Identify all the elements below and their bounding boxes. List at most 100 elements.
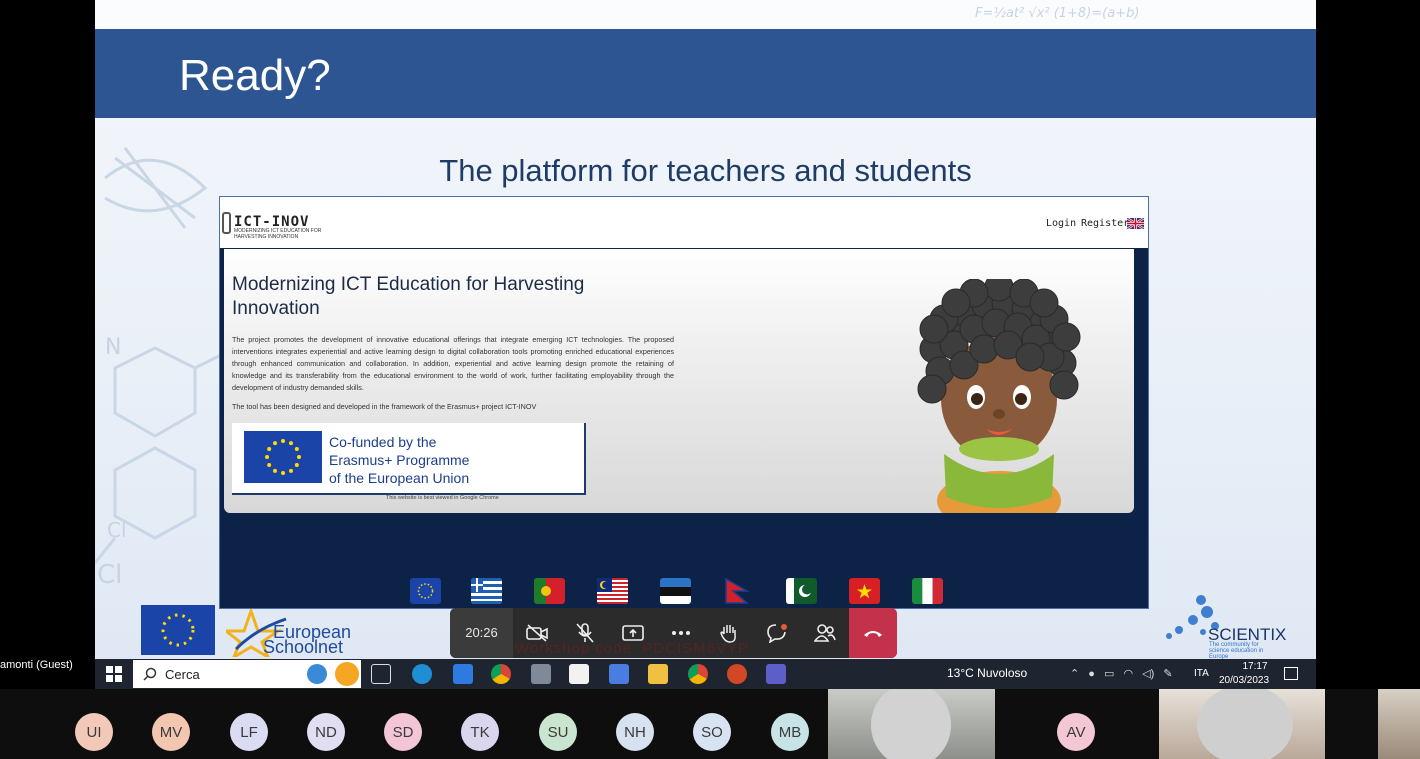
clock-date[interactable]: 20/03/2023 [1219, 675, 1269, 686]
participant-avatar[interactable]: AV [1057, 713, 1095, 751]
guest-name-label: amonti (Guest) [0, 659, 73, 671]
windows-start-icon[interactable] [105, 665, 123, 683]
chrome-icon[interactable] [688, 664, 708, 684]
eu-star [281, 439, 285, 443]
formula-decoration: F=½at² √x² (1+8)=(a+b) [975, 6, 1140, 21]
eu-star [289, 468, 293, 473]
search-icon [143, 667, 157, 681]
chrome-icon[interactable] [491, 664, 511, 684]
nepal-flag-icon [725, 578, 750, 604]
system-tray[interactable]: ⌃ ● ▭ ◠ ◁) ✎ [1070, 667, 1173, 680]
participant-avatar[interactable]: NH [616, 713, 654, 751]
greece-flag-icon [471, 578, 502, 604]
website-screenshot: ICT-INOV MODERNIZING ICT EDUCATION FOR H… [219, 196, 1149, 609]
weather-widget[interactable]: 13°C Nuvoloso [947, 666, 1027, 680]
participant-video-tile[interactable] [828, 689, 995, 759]
website-logo-subtitle: MODERNIZING ICT EDUCATION FOR HARVESTING… [234, 228, 322, 240]
todo-app-icon[interactable] [453, 664, 473, 684]
eu-flag-icon [141, 605, 215, 655]
participant-avatar[interactable]: ND [307, 713, 345, 751]
malaysia-flag-icon [597, 578, 628, 604]
eu-flag-icon [244, 431, 322, 483]
hair-curl [969, 334, 999, 364]
blurred-face [1197, 689, 1293, 759]
participant-avatar[interactable]: MV [152, 713, 190, 751]
eu-star [265, 455, 269, 459]
hair-curl [917, 374, 947, 404]
eu-star [281, 471, 285, 475]
chem-n-label: N [105, 335, 122, 360]
meeting-timer: 20:26 [450, 608, 513, 658]
clock-time[interactable]: 17:17 [1233, 661, 1277, 672]
uk-flag-icon[interactable] [1127, 218, 1144, 229]
blurred-face [871, 689, 951, 759]
taskbar-search-box[interactable]: Cerca [133, 660, 361, 688]
slide-title: Ready? [179, 51, 331, 100]
pakistan-flag-icon [786, 578, 817, 604]
cartoon-student-avatar [917, 279, 1081, 513]
edge-browser-icon[interactable] [412, 664, 432, 684]
eu-star [294, 447, 299, 451]
slide-header-band: Ready? [95, 29, 1316, 118]
chevron-up-icon[interactable]: ⌃ [1070, 668, 1079, 680]
participants-button[interactable] [801, 608, 849, 658]
hair-curl [919, 314, 949, 344]
participant-avatar[interactable]: SU [539, 713, 577, 751]
chat-button[interactable] [753, 608, 801, 658]
notification-icon[interactable] [1284, 667, 1298, 680]
self-video-tile[interactable] [1378, 689, 1420, 759]
eu-flag-icon [410, 578, 441, 604]
hair-curl [1051, 322, 1081, 352]
hero-paragraph: The tool has been designed and developed… [232, 402, 537, 411]
eu-star [267, 463, 272, 467]
participant-avatar[interactable]: SD [384, 713, 422, 751]
windows-taskbar: Cerca 13°C Nuvoloso ⌃ ● ▭ ◠ ◁) ✎ ITA 17:… [95, 659, 1316, 689]
participant-avatar[interactable]: MB [771, 713, 809, 751]
participant-avatar[interactable]: UI [75, 713, 113, 751]
hair-curl [1029, 288, 1059, 318]
pen-icon: ✎ [1163, 668, 1173, 680]
input-language[interactable]: ITA [1194, 668, 1209, 679]
hang-up-icon [864, 631, 882, 637]
file-explorer-icon[interactable] [648, 664, 668, 684]
vietnam-flag-icon [849, 578, 880, 604]
search-placeholder: Cerca [165, 666, 200, 682]
cofund-text: Co-funded by the Erasmus+ Programme of t… [329, 433, 469, 487]
eu-star [297, 455, 301, 459]
eu-star [273, 468, 277, 473]
website-navbar: ICT-INOV MODERNIZING ICT EDUCATION FOR H… [220, 197, 1148, 248]
participant-avatar[interactable]: TK [461, 713, 499, 751]
hair-curl [1049, 370, 1079, 400]
participant-avatar[interactable]: LF [230, 713, 268, 751]
powerpoint-icon[interactable] [727, 664, 747, 684]
hang-up-button[interactable] [849, 608, 897, 658]
hero-paragraph: The project promotes the development of … [232, 335, 674, 392]
app-icon[interactable] [609, 664, 629, 684]
store-icon[interactable] [569, 664, 589, 684]
portugal-flag-icon [534, 578, 565, 604]
eu-star [267, 447, 272, 451]
volume-icon: ◁) [1142, 668, 1155, 680]
italy-flag-icon [912, 578, 943, 604]
task-view-icon[interactable] [371, 664, 391, 684]
search-highlight-icon [307, 662, 359, 686]
cofund-line: Co-funded by the [329, 434, 437, 450]
participants-strip: UI MV LF ND SD TK SU NH SO MB AV [0, 689, 1420, 759]
participant-avatar[interactable]: SO [693, 713, 731, 751]
participant-video-tile[interactable] [1159, 689, 1325, 759]
european-schoolnet-text: Schoolnet [263, 637, 344, 657]
wifi-icon: ◠ [1123, 668, 1134, 680]
app-icon[interactable] [531, 664, 551, 684]
eu-star [273, 441, 277, 446]
chem-cl-label: Cl [107, 518, 127, 542]
meeting-overlay-text: Workshop code: PDCISM6VYP [515, 640, 749, 657]
register-link[interactable]: Register [1081, 218, 1129, 229]
presentation-slide: F=½at² √x² (1+8)=(a+b) Ready? N Cl Cl Th… [95, 0, 1316, 660]
people-icon [814, 624, 836, 642]
login-link[interactable]: Login [1046, 218, 1076, 229]
hero-heading: Modernizing ICT Education for Harvesting… [232, 274, 585, 319]
battery-icon: ▭ [1104, 668, 1115, 680]
teams-icon[interactable] [766, 664, 786, 684]
chem-cl-label: Cl [97, 560, 123, 590]
browser-note: This website is best viewed in Google Ch… [386, 495, 499, 501]
